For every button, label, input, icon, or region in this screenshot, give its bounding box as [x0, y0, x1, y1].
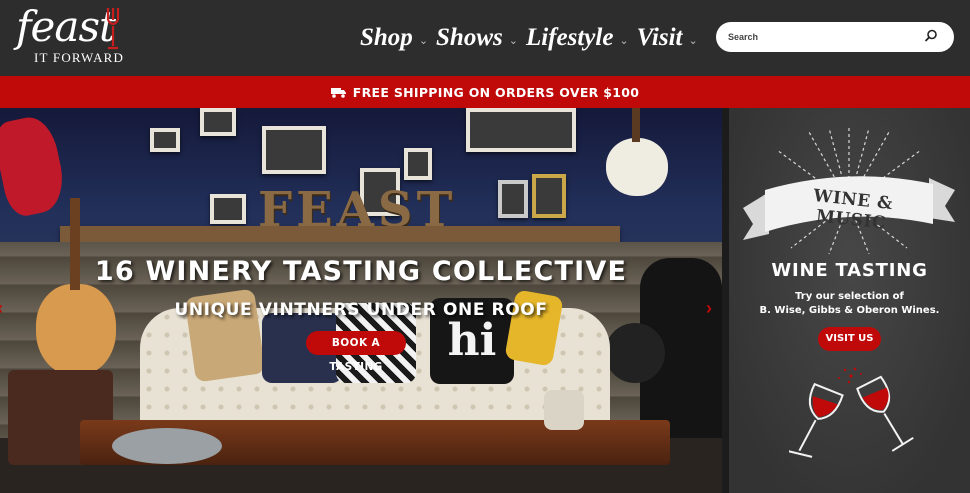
chevron-down-icon: ⌄ [418, 34, 429, 47]
hero-title: 16 WINERY TASTING COLLECTIVE [94, 256, 628, 287]
wall-frame [262, 126, 326, 174]
logo-script-text: feast [16, 2, 116, 51]
wall-shelf [60, 226, 620, 242]
slider-next-arrow-icon[interactable]: › [706, 298, 712, 319]
shipping-banner[interactable]: FREE SHIPPING ON ORDERS OVER $100 [0, 76, 970, 108]
truck-icon [330, 87, 346, 98]
nav-label: Shows [436, 24, 503, 51]
wall-frame [210, 194, 246, 224]
promo-line-1: Try our selection of [795, 291, 904, 302]
chevron-down-icon: ⌄ [619, 34, 629, 47]
feast-it-forward-logo[interactable]: feast IT FORWARD [12, 4, 137, 70]
pillow-hi-text: hi [447, 315, 497, 366]
visit-us-button[interactable]: VISIT US [818, 327, 881, 351]
wall-frame [150, 128, 180, 152]
search-box [716, 22, 954, 52]
plant-pot [544, 390, 584, 430]
fork-icon [106, 8, 120, 50]
nav-label: Shop [360, 24, 413, 51]
wall-frame [498, 180, 528, 218]
chevron-down-icon: ⌄ [688, 34, 698, 47]
chevron-down-icon: ⌄ [508, 34, 518, 47]
acoustic-guitar [36, 284, 116, 376]
promo-title: WINE TASTING [771, 260, 928, 281]
film-reel [112, 428, 222, 464]
nav-item-shows[interactable]: Shows ⌄ [436, 23, 518, 53]
nav-item-lifestyle[interactable]: Lifestyle ⌄ [526, 23, 629, 53]
guitar-dark-body [605, 323, 665, 383]
wine-music-promo[interactable]: WINE & MUSIC WINE TASTING Try our select… [729, 108, 970, 493]
nav-label: Lifestyle [525, 24, 614, 51]
site-header: feast IT FORWARD Shop ⌄ Shows ⌄ Lifestyl… [0, 0, 970, 76]
wall-frame [466, 108, 576, 152]
wall-frame [532, 174, 566, 218]
wall-frame [404, 148, 432, 180]
promo-line-2: B. Wise, Gibbs & Oberon Wines. [759, 305, 940, 316]
nav-item-shop[interactable]: Shop ⌄ [360, 23, 428, 53]
hero-slider: FEAST hi 16 WINERY TASTING COLLECTIVE UN… [0, 108, 722, 493]
search-input[interactable] [728, 28, 918, 46]
search-icon[interactable] [924, 29, 938, 43]
hero-subtitle: UNIQUE VINTNERS UNDER ONE ROOF [174, 300, 548, 320]
logo-subtitle: IT FORWARD [34, 50, 125, 65]
shipping-text: FREE SHIPPING ON ORDERS OVER $100 [352, 84, 640, 100]
wine-glasses-cheers-icon [789, 367, 914, 458]
wall-frame [200, 108, 236, 136]
nav-label: Visit [636, 24, 683, 51]
book-a-tasting-button[interactable]: BOOK A TASTING [306, 331, 406, 373]
guitar-neck [632, 108, 640, 142]
main-nav: Shop ⌄ Shows ⌄ Lifestyle ⌄ Visit ⌄ [360, 18, 706, 58]
slider-prev-arrow-icon[interactable]: ‹ [0, 298, 3, 319]
nav-item-visit[interactable]: Visit ⌄ [637, 23, 698, 53]
guitar-white [606, 138, 668, 196]
